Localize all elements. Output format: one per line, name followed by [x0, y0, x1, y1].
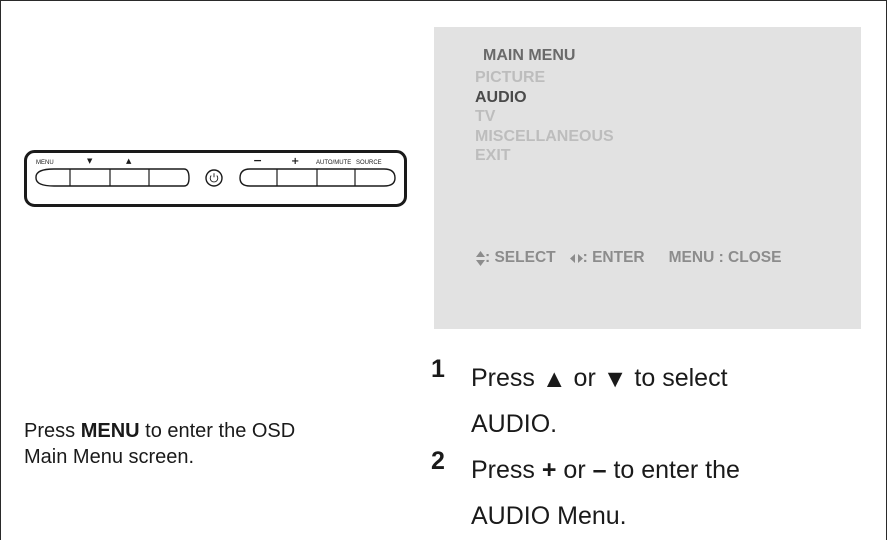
plus-button-label: + [291, 156, 299, 167]
up-triangle-icon: ▲ [541, 365, 567, 393]
plus-key-label: + [541, 456, 557, 484]
osd-item-exit[interactable]: EXIT [475, 146, 614, 166]
down-triangle-icon: ▼ [602, 365, 628, 393]
close-hint: MENU : CLOSE [668, 249, 782, 266]
enter-hint: : ENTER [582, 249, 645, 266]
up-down-arrows-icon [476, 250, 485, 266]
down-button-label: ▼ [87, 157, 93, 165]
minus-button-label: − [253, 154, 262, 167]
step-2-text: Press [471, 456, 542, 484]
step-number: 2 [431, 447, 445, 475]
step-2-or: or [556, 456, 593, 484]
power-icon[interactable] [205, 169, 223, 187]
step-1-or: or [566, 364, 603, 392]
step-number: 1 [431, 355, 445, 383]
left-button-group [35, 168, 190, 187]
step-2-suffix: to enter the [606, 456, 740, 484]
osd-item-audio[interactable]: AUDIO [475, 88, 614, 108]
step-1-suffix: to select [627, 364, 728, 392]
step-2-line-2: AUDIO Menu. [471, 502, 627, 530]
step-1-line-2: AUDIO. [471, 410, 558, 438]
step-2: 2 Press + or – to enter the AUDIO Menu. [431, 447, 740, 539]
osd-item-miscellaneous[interactable]: MISCELLANEOUS [475, 127, 614, 147]
menu-description: Press MENU to enter the OSD Main Menu sc… [24, 418, 295, 470]
automute-button-label: AUTO/MUTE [316, 160, 351, 166]
minus-key-label: – [592, 456, 607, 484]
description-prefix: Press [24, 420, 81, 442]
osd-item-picture[interactable]: PICTURE [475, 68, 614, 88]
osd-hint-bar: : SELECT : ENTER MENU : CLOSE [476, 249, 781, 267]
left-right-arrows-icon [569, 253, 583, 263]
osd-menu-list: PICTURE AUDIO TV MISCELLANEOUS EXIT [475, 68, 614, 166]
description-line-2: Main Menu screen. [24, 446, 195, 468]
menu-key-label: MENU [80, 420, 140, 442]
menu-button-label: MENU [36, 160, 54, 166]
source-button-label: SOURCE [356, 160, 382, 166]
up-button-label: ▲ [126, 157, 132, 165]
osd-main-menu: MAIN MENU PICTURE AUDIO TV MISCELLANEOUS… [434, 27, 861, 329]
control-panel: MENU ▼ ▲ − + AUTO/MUTE SOURCE [24, 150, 407, 207]
osd-title: MAIN MENU [483, 47, 576, 64]
osd-item-tv[interactable]: TV [475, 107, 614, 127]
step-1-text: Press [471, 364, 542, 392]
select-hint: : SELECT [485, 249, 556, 266]
description-suffix: to enter the OSD [139, 420, 296, 442]
step-1: 1 Press ▲ or ▼ to select AUDIO. [431, 355, 740, 447]
instruction-steps: 1 Press ▲ or ▼ to select AUDIO. 2 Press … [431, 355, 740, 539]
